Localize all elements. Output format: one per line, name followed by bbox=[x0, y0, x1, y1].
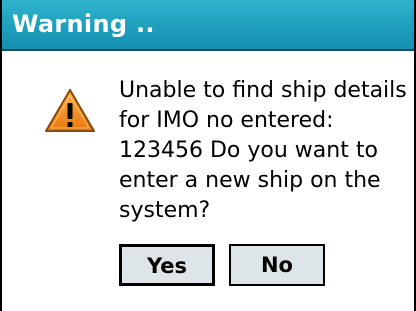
warning-dialog: Warning .. Unable to find ship details f… bbox=[0, 0, 416, 311]
no-button[interactable]: No bbox=[229, 244, 325, 286]
dialog-titlebar: Warning .. bbox=[2, 0, 414, 51]
dialog-title: Warning .. bbox=[12, 10, 155, 38]
dialog-message: Unable to find ship details for IMO no e… bbox=[119, 78, 407, 223]
warning-icon bbox=[45, 89, 95, 132]
yes-button[interactable]: Yes bbox=[119, 244, 215, 286]
